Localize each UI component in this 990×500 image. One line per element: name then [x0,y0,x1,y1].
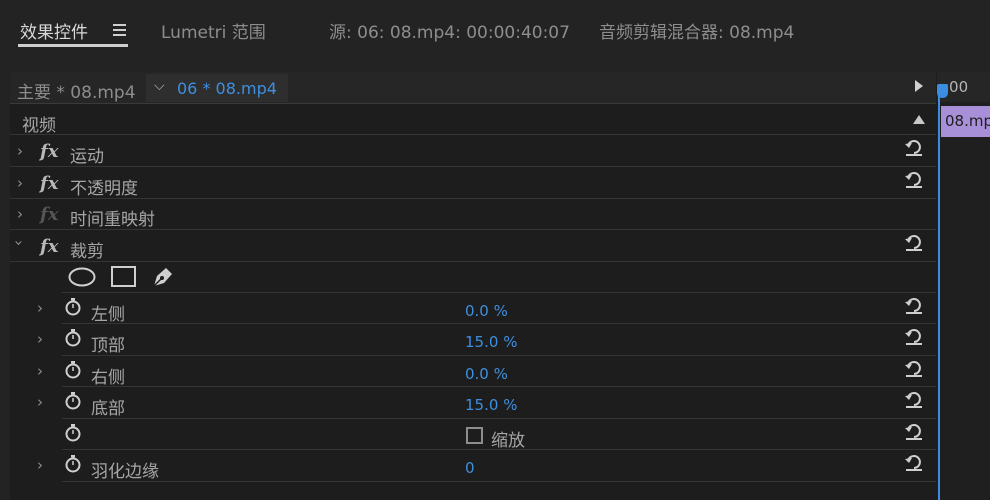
fx-icon: fx [40,204,59,225]
reset-icon[interactable] [904,170,924,188]
show-timeline-icon[interactable] [915,80,923,92]
pen-mask-icon[interactable] [150,264,176,290]
property-label: 顶部 [91,336,125,356]
effect-label: 运动 [70,147,104,167]
tab-effect-controls[interactable]: 效果控件 [20,18,88,43]
collapse-up-icon[interactable] [913,115,925,124]
property-value[interactable]: 0.0 % [465,302,508,320]
divider [10,166,936,167]
sequence-header: 主要 * 08.mp4 ⌵ 06 * 08.mp4 [10,72,936,104]
divider [62,386,936,387]
reset-icon[interactable] [904,327,924,345]
active-tab-underline [18,44,128,47]
effect-label: 时间重映射 [70,210,155,230]
effect-label: 不透明度 [70,179,138,199]
property-value[interactable]: 15.0 % [465,396,517,414]
reset-icon[interactable] [904,138,924,156]
stopwatch-icon[interactable] [64,455,82,473]
chevron-right-icon[interactable]: › [17,174,23,192]
fx-icon[interactable]: fx [40,173,58,194]
divider [62,292,936,293]
timeline-clip[interactable]: 08.mp [941,106,990,137]
reset-icon[interactable] [904,296,924,314]
chevron-right-icon[interactable]: › [17,205,23,223]
chevron-right-icon[interactable]: › [17,142,23,160]
stopwatch-icon[interactable] [64,298,82,316]
property-label: 羽化边缘 [91,462,159,482]
property-value[interactable]: 0.0 % [465,365,508,383]
hamburger-menu-icon[interactable] [113,24,126,39]
stopwatch-icon[interactable] [64,424,82,442]
property-label: 底部 [91,399,125,419]
tab-source-monitor[interactable]: 源: 06: 08.mp4: 00:00:40:07 [329,18,570,43]
property-label: 右侧 [91,368,125,388]
chevron-right-icon[interactable]: › [37,362,43,380]
reset-icon[interactable] [904,233,924,251]
chevron-right-icon[interactable]: › [37,330,43,348]
divider [10,229,936,230]
stopwatch-icon[interactable] [64,361,82,379]
fx-icon[interactable]: fx [40,236,58,257]
chevron-right-icon[interactable]: › [37,456,43,474]
ellipse-mask-icon[interactable] [68,267,96,287]
stopwatch-icon[interactable] [64,329,82,347]
divider [62,355,936,356]
property-label: 左侧 [91,305,125,325]
panel-tab-bar: 效果控件 Lumetri 范围 源: 06: 08.mp4: 00:00:40:… [0,0,990,62]
divider [10,198,936,199]
chevron-right-icon[interactable]: › [37,299,43,317]
divider [62,418,936,419]
reset-icon[interactable] [904,390,924,408]
reset-icon[interactable] [904,453,924,471]
rectangle-mask-icon[interactable] [111,266,136,287]
property-value[interactable]: 15.0 % [465,333,517,351]
tab-lumetri-scopes[interactable]: Lumetri 范围 [161,18,266,43]
chevron-down-icon: ⌵ [154,78,165,94]
reset-icon[interactable] [904,359,924,377]
clip-selector[interactable]: ⌵ 06 * 08.mp4 [146,74,288,102]
video-section-label: 视频 [22,116,56,136]
chevron-down-icon[interactable]: › [10,240,28,246]
master-clip-label[interactable]: 主要 * 08.mp4 [17,78,136,103]
divider [10,261,936,262]
divider [62,449,936,450]
playhead-line [938,96,940,500]
chevron-right-icon[interactable]: › [37,393,43,411]
selected-clip-label: 06 * 08.mp4 [177,79,277,98]
fx-icon[interactable]: fx [40,141,58,162]
tab-audio-clip-mixer[interactable]: 音频剪辑混合器: 08.mp4 [599,18,794,43]
zoom-checkbox[interactable] [466,427,483,444]
divider [10,134,936,135]
divider [62,481,936,482]
property-value[interactable]: 0 [465,459,475,477]
reset-icon[interactable] [904,422,924,440]
zoom-label: 缩放 [491,431,525,451]
divider [62,323,936,324]
stopwatch-icon[interactable] [64,392,82,410]
effect-label: 裁剪 [70,242,104,262]
